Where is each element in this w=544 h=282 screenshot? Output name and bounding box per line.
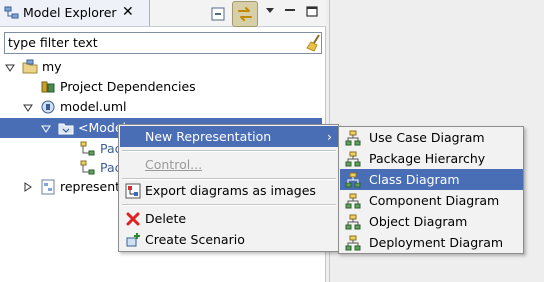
menu-item-create-scenario[interactable]: Create Scenario: [120, 229, 338, 250]
menu-label: Control...: [145, 157, 203, 172]
menu-item-export-diagrams[interactable]: Export diagrams as images: [120, 180, 338, 201]
submenu-label: Package Hierarchy: [369, 151, 486, 166]
menu-label: Delete: [145, 211, 187, 226]
context-menu: New Representation › Control... Export d…: [118, 124, 339, 252]
menu-item-control[interactable]: Control...: [120, 154, 338, 175]
expanded-icon[interactable]: [5, 63, 15, 73]
submenu-item-component-diagram[interactable]: Component Diagram: [340, 190, 523, 211]
tree-item-my[interactable]: my: [0, 57, 322, 77]
model-package-icon: [58, 123, 74, 135]
menu-item-new-representation[interactable]: New Representation ›: [120, 126, 338, 147]
collapsed-icon[interactable]: [23, 182, 33, 192]
collapse-all-icon[interactable]: [206, 2, 230, 26]
menu-label: New Representation: [145, 129, 272, 144]
link-with-editor-icon: [238, 7, 252, 21]
submenu-label: Deployment Diagram: [369, 235, 504, 250]
link-with-editor-button[interactable]: [232, 1, 258, 27]
maximize-icon[interactable]: [302, 2, 326, 26]
menu-separator: [122, 204, 336, 206]
export-images-icon: [125, 183, 141, 199]
tree-item-model-uml[interactable]: model.uml: [0, 97, 322, 117]
submenu-item-class-diagram[interactable]: Class Diagram: [340, 169, 523, 190]
delete-icon: [126, 212, 140, 226]
expanded-icon[interactable]: [23, 103, 33, 113]
close-icon[interactable]: ✕: [122, 3, 134, 21]
diagram-icon: [345, 193, 361, 209]
submenu-item-package-hierarchy[interactable]: Package Hierarchy: [340, 148, 523, 169]
submenu-label: Component Diagram: [369, 193, 500, 208]
diagram-icon: [345, 130, 361, 146]
tree-label: Project Dependencies: [60, 79, 196, 94]
filter-input[interactable]: type filter text: [4, 32, 322, 54]
new-representation-submenu: Use Case Diagram Package Hierarchy Class…: [338, 126, 524, 254]
submenu-item-object-diagram[interactable]: Object Diagram: [340, 211, 523, 232]
tree-label: my: [42, 59, 62, 74]
menu-item-delete[interactable]: Delete: [120, 208, 338, 229]
project-icon: [22, 59, 38, 74]
filter-text: type filter text: [8, 35, 98, 50]
submenu-label: Object Diagram: [369, 214, 468, 229]
representations-file-icon: [41, 179, 55, 195]
tab-model-explorer[interactable]: Model Explorer ✕: [0, 0, 150, 27]
diagram-icon: [80, 160, 95, 175]
submenu-arrow-icon: ›: [327, 129, 332, 144]
tree-label: model.uml: [60, 99, 127, 114]
menu-label: Create Scenario: [145, 232, 245, 247]
diagram-icon: [345, 151, 361, 167]
dependencies-icon: [41, 81, 55, 93]
submenu-label: Class Diagram: [369, 172, 460, 187]
submenu-item-use-case-diagram[interactable]: Use Case Diagram: [340, 127, 523, 148]
create-scenario-icon: [126, 233, 140, 247]
diagram-icon: [345, 235, 361, 251]
diagram-icon: [345, 214, 361, 230]
submenu-item-deployment-diagram[interactable]: Deployment Diagram: [340, 232, 523, 253]
diagram-icon: [80, 141, 95, 156]
tree-label: represent: [60, 179, 121, 194]
tree-item-project-dependencies[interactable]: Project Dependencies: [0, 77, 322, 97]
uml-file-icon: [41, 100, 55, 114]
menu-separator: [122, 150, 336, 152]
diagram-icon: [345, 172, 361, 188]
tab-title: Model Explorer: [23, 5, 117, 20]
menu-label: Export diagrams as images: [145, 183, 316, 198]
submenu-label: Use Case Diagram: [369, 130, 485, 145]
minimize-icon[interactable]: [280, 2, 304, 26]
model-explorer-icon: [4, 6, 19, 19]
broom-icon[interactable]: [305, 34, 323, 52]
expanded-icon[interactable]: [41, 124, 51, 134]
